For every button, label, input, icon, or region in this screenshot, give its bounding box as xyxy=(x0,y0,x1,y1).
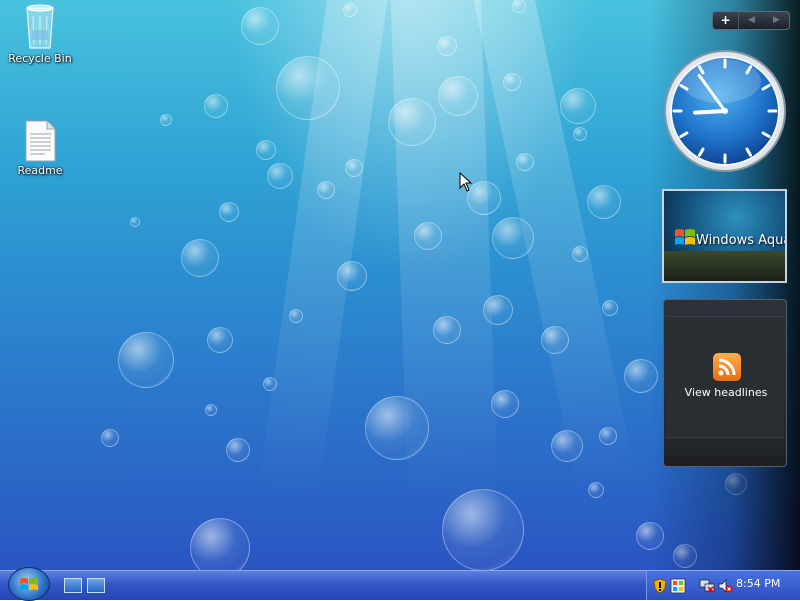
bubble xyxy=(337,261,367,291)
bubble xyxy=(438,76,478,116)
bubble xyxy=(551,430,583,462)
start-button[interactable] xyxy=(8,567,50,601)
clock-gadget[interactable] xyxy=(663,49,787,173)
recycle-bin-icon xyxy=(26,4,54,49)
bubble xyxy=(573,127,587,141)
bubble xyxy=(289,309,303,323)
network-icon[interactable] xyxy=(699,578,715,594)
bubble xyxy=(160,114,172,126)
bubble xyxy=(345,159,363,177)
bubble xyxy=(101,429,119,447)
windows-logo-icon xyxy=(20,577,38,591)
volume-muted-icon[interactable] xyxy=(717,578,733,594)
bubble xyxy=(442,489,524,570)
desktop-icon-label: Recycle Bin xyxy=(8,52,72,65)
bubble xyxy=(588,482,604,498)
bubble xyxy=(433,316,461,344)
mouse-pointer-icon xyxy=(459,172,473,192)
bubble xyxy=(343,3,357,17)
bubble xyxy=(437,36,457,56)
slideshow-caption: Windows Aqua xyxy=(696,233,787,248)
bubble xyxy=(241,7,279,45)
bubble xyxy=(130,217,140,227)
bubble xyxy=(317,181,335,199)
bubble xyxy=(219,202,239,222)
bubble xyxy=(599,427,617,445)
bubble xyxy=(267,163,293,189)
rss-icon xyxy=(713,353,741,381)
bubble xyxy=(503,73,521,91)
text-document-icon xyxy=(25,120,56,162)
previous-page-button[interactable]: ◀ xyxy=(739,12,764,29)
windows-logo-icon xyxy=(675,229,695,245)
bubble xyxy=(207,327,233,353)
sidebar-controls: + ◀ ▶ xyxy=(712,11,790,30)
bubble xyxy=(365,396,429,460)
taskbar-clock[interactable]: 8:54 PM xyxy=(736,577,780,590)
bubble xyxy=(205,404,217,416)
bubble xyxy=(602,300,618,316)
bubble xyxy=(190,518,250,570)
desktop-icon-label: Readme xyxy=(17,164,63,177)
slideshow-image-reef xyxy=(664,251,785,281)
bubble xyxy=(204,94,228,118)
desktop-icon-recycle-bin[interactable]: Recycle Bin xyxy=(8,2,72,65)
view-headlines-link[interactable]: View headlines xyxy=(664,386,788,399)
bubble xyxy=(572,246,588,262)
bubble xyxy=(276,56,340,120)
bubble xyxy=(226,438,250,462)
add-gadget-button[interactable]: + xyxy=(713,12,739,29)
desktop[interactable]: Recycle Bin Readme + ◀ ▶ Windows Aqua Vi… xyxy=(0,0,800,570)
bubble xyxy=(483,295,513,325)
switch-windows-icon[interactable] xyxy=(87,578,105,593)
bubble xyxy=(256,140,276,160)
bubble xyxy=(491,390,519,418)
show-desktop-icon[interactable] xyxy=(64,578,82,593)
feed-headlines-gadget[interactable]: View headlines xyxy=(663,299,787,467)
bubble xyxy=(516,153,534,171)
next-page-button[interactable]: ▶ xyxy=(764,12,789,29)
bubble xyxy=(492,217,534,259)
slideshow-gadget[interactable]: Windows Aqua xyxy=(662,189,787,283)
bubble xyxy=(587,185,621,219)
taskbar: 8:54 PM xyxy=(0,567,800,601)
windows-update-icon[interactable] xyxy=(670,578,686,594)
security-shield-icon[interactable] xyxy=(652,578,668,594)
bubble xyxy=(388,98,436,146)
bubble xyxy=(118,332,174,388)
bubble xyxy=(560,88,596,124)
bubble xyxy=(181,239,219,277)
bubble xyxy=(414,222,442,250)
bubble xyxy=(263,377,277,391)
desktop-icon-readme[interactable]: Readme xyxy=(8,120,72,177)
bubble xyxy=(541,326,569,354)
clock-hour-hand xyxy=(693,109,727,115)
